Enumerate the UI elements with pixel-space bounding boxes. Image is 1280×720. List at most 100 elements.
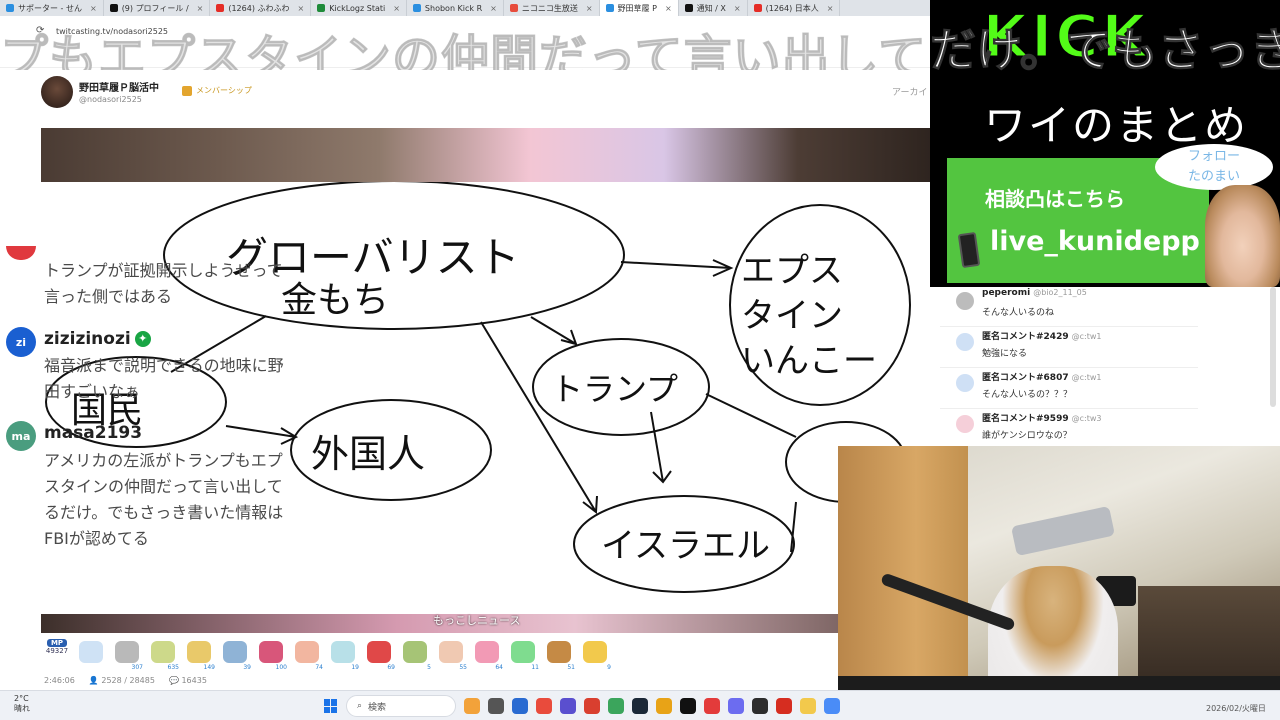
- tab-favicon-icon: [412, 4, 421, 12]
- tab-favicon-icon: [605, 4, 614, 12]
- weather-widget[interactable]: 2°C 晴れ: [14, 694, 30, 714]
- comment-scrollbar[interactable]: [1270, 287, 1276, 407]
- gift-item[interactable]: 5: [401, 639, 431, 671]
- comment-text: 誰がケンシロウなの？: [982, 431, 1072, 441]
- tab-favicon-icon: [317, 4, 326, 12]
- gift-bar: MP 49327 307 635 149 39 100 74 19 69 5 55 64 11 51 9: [41, 636, 841, 674]
- taskbar-app-icon[interactable]: [488, 698, 504, 714]
- membership-link[interactable]: メンバーシップ: [182, 85, 252, 96]
- browser-tab[interactable]: KickLogz Stati ×: [311, 0, 407, 16]
- cam-wall-art: [1010, 505, 1116, 557]
- archive-link[interactable]: アーカイ: [892, 85, 927, 98]
- comment-avatar[interactable]: [956, 374, 974, 392]
- gift-item[interactable]: 69: [365, 639, 395, 671]
- tab-label: サポーター - せん: [18, 3, 82, 13]
- taskbar-app-icon[interactable]: [776, 698, 792, 714]
- comment-avatar[interactable]: [956, 415, 974, 433]
- start-button[interactable]: [324, 699, 338, 713]
- arrow-trump-right: [705, 393, 797, 438]
- gift-item[interactable]: 51: [545, 639, 575, 671]
- elapsed-time: 2:46:06: [44, 676, 75, 685]
- search-icon: ⌕: [357, 701, 363, 711]
- membership-label: メンバーシップ: [196, 86, 252, 95]
- close-tab-icon[interactable]: ×: [490, 4, 497, 13]
- gift-icon: [295, 641, 319, 663]
- close-tab-icon[interactable]: ×: [197, 4, 204, 13]
- taskbar-app-icon[interactable]: [584, 698, 600, 714]
- close-tab-icon[interactable]: ×: [665, 4, 672, 13]
- close-tab-icon[interactable]: ×: [586, 4, 593, 13]
- gift-item[interactable]: 55: [437, 639, 467, 671]
- taskbar-app-icon[interactable]: [512, 698, 528, 714]
- taskbar-app-icon[interactable]: [824, 698, 840, 714]
- chat-avatar-2: ma: [6, 421, 36, 451]
- stream-stats: 2:46:06 👤 2528 / 28485 💬 16435: [44, 676, 207, 685]
- browser-tab[interactable]: (1264) 日本人 ×: [748, 0, 841, 16]
- viewer-count: 👤 2528 / 28485: [88, 676, 155, 685]
- taskbar-app-icon[interactable]: [632, 698, 648, 714]
- comment-avatar[interactable]: [956, 333, 974, 351]
- comment-author[interactable]: 匿名コメント#9599 @c:tw3: [982, 411, 1101, 424]
- close-tab-icon[interactable]: ×: [734, 4, 741, 13]
- browser-tab[interactable]: 通知 / X ×: [679, 0, 748, 16]
- tab-label: 通知 / X: [696, 3, 726, 13]
- chat-avatar-0: [6, 246, 36, 260]
- gift-item[interactable]: 100: [257, 639, 287, 671]
- browser-tab[interactable]: (9) プロフィール / ×: [104, 0, 211, 16]
- taskbar-search[interactable]: ⌕ 検索: [346, 695, 456, 717]
- close-tab-icon[interactable]: ×: [393, 4, 400, 13]
- channel-avatar[interactable]: [41, 76, 73, 108]
- mp-value: 49327: [45, 647, 69, 655]
- browser-tab[interactable]: (1264) ふわふわ ×: [210, 0, 312, 16]
- chat-message-1: 福音派まで説明できるの地味に野田すごいなぁ: [44, 356, 284, 401]
- gift-item[interactable]: 11: [509, 639, 539, 671]
- gift-item[interactable]: 19: [329, 639, 359, 671]
- chat-message-2: アメリカの左派がトランプもエプスタインの仲間だって言い出してるだけ。でもさっき書…: [44, 451, 284, 548]
- close-tab-icon[interactable]: ×: [90, 4, 97, 13]
- taskbar-app-icon[interactable]: [560, 698, 576, 714]
- close-tab-icon[interactable]: ×: [827, 4, 834, 13]
- overlay-scroll-text: だけ。でもさっき書: [930, 23, 1280, 78]
- tab-label: KickLogz Stati: [329, 3, 386, 13]
- tab-label: Shobon Kick R: [424, 3, 483, 13]
- browser-tab[interactable]: ニコニコ生放送 ×: [504, 0, 600, 16]
- comment-author[interactable]: 匿名コメント#2429 @c:tw1: [982, 329, 1101, 342]
- browser-tab[interactable]: Shobon Kick R ×: [407, 0, 504, 16]
- gift-item[interactable]: 64: [473, 639, 503, 671]
- gift-item[interactable]: 74: [293, 639, 323, 671]
- browser-tab[interactable]: サポーター - せん ×: [0, 0, 104, 16]
- close-tab-icon[interactable]: ×: [298, 4, 305, 13]
- mp-label: MP: [47, 639, 67, 647]
- gift-item[interactable]: 635: [149, 639, 179, 671]
- browser-tab[interactable]: 野田草履 P ×: [599, 0, 679, 16]
- taskbar-app-icon[interactable]: [728, 698, 744, 714]
- arrow-trump-israel: [650, 411, 672, 484]
- taskbar-app-icon[interactable]: [608, 698, 624, 714]
- taskbar-app-icon[interactable]: [800, 698, 816, 714]
- taskbar-app-icon[interactable]: [464, 698, 480, 714]
- taskbar-date: 2026/02/火曜日: [1206, 704, 1266, 713]
- chat-message-0: トランプが証拠開示しようぜって言った側ではある: [44, 261, 283, 306]
- gift-item[interactable]: 149: [185, 639, 215, 671]
- board-text-foreigner: 外国人: [311, 432, 425, 476]
- taskbar-app-icon[interactable]: [752, 698, 768, 714]
- comment-author-id: @bio2_11_05: [1033, 288, 1087, 297]
- gift-count: 19: [351, 664, 359, 671]
- gift-count: 635: [167, 664, 179, 671]
- comment-author[interactable]: 匿名コメント#6807 @c:tw1: [982, 370, 1101, 383]
- comment-author[interactable]: peperomi @bio2_11_05: [982, 288, 1087, 298]
- taskbar-app-icon[interactable]: [680, 698, 696, 714]
- channel-name[interactable]: 野田草履Ｐ脳活中: [79, 79, 159, 94]
- gift-item[interactable]: 9: [581, 639, 611, 671]
- weather-temp: 2°C: [14, 694, 29, 703]
- gift-item[interactable]: [77, 639, 107, 671]
- gift-item[interactable]: 39: [221, 639, 251, 671]
- comment-avatar[interactable]: [956, 292, 974, 310]
- taskbar-app-icon[interactable]: [656, 698, 672, 714]
- gift-item[interactable]: 307: [113, 639, 143, 671]
- taskbar-app-icon[interactable]: [536, 698, 552, 714]
- comment-author-id: @c:tw1: [1071, 373, 1102, 382]
- camera-strip-top: [41, 128, 931, 182]
- taskbar-app-icon[interactable]: [704, 698, 720, 714]
- comment-author-name: peperomi: [982, 288, 1031, 298]
